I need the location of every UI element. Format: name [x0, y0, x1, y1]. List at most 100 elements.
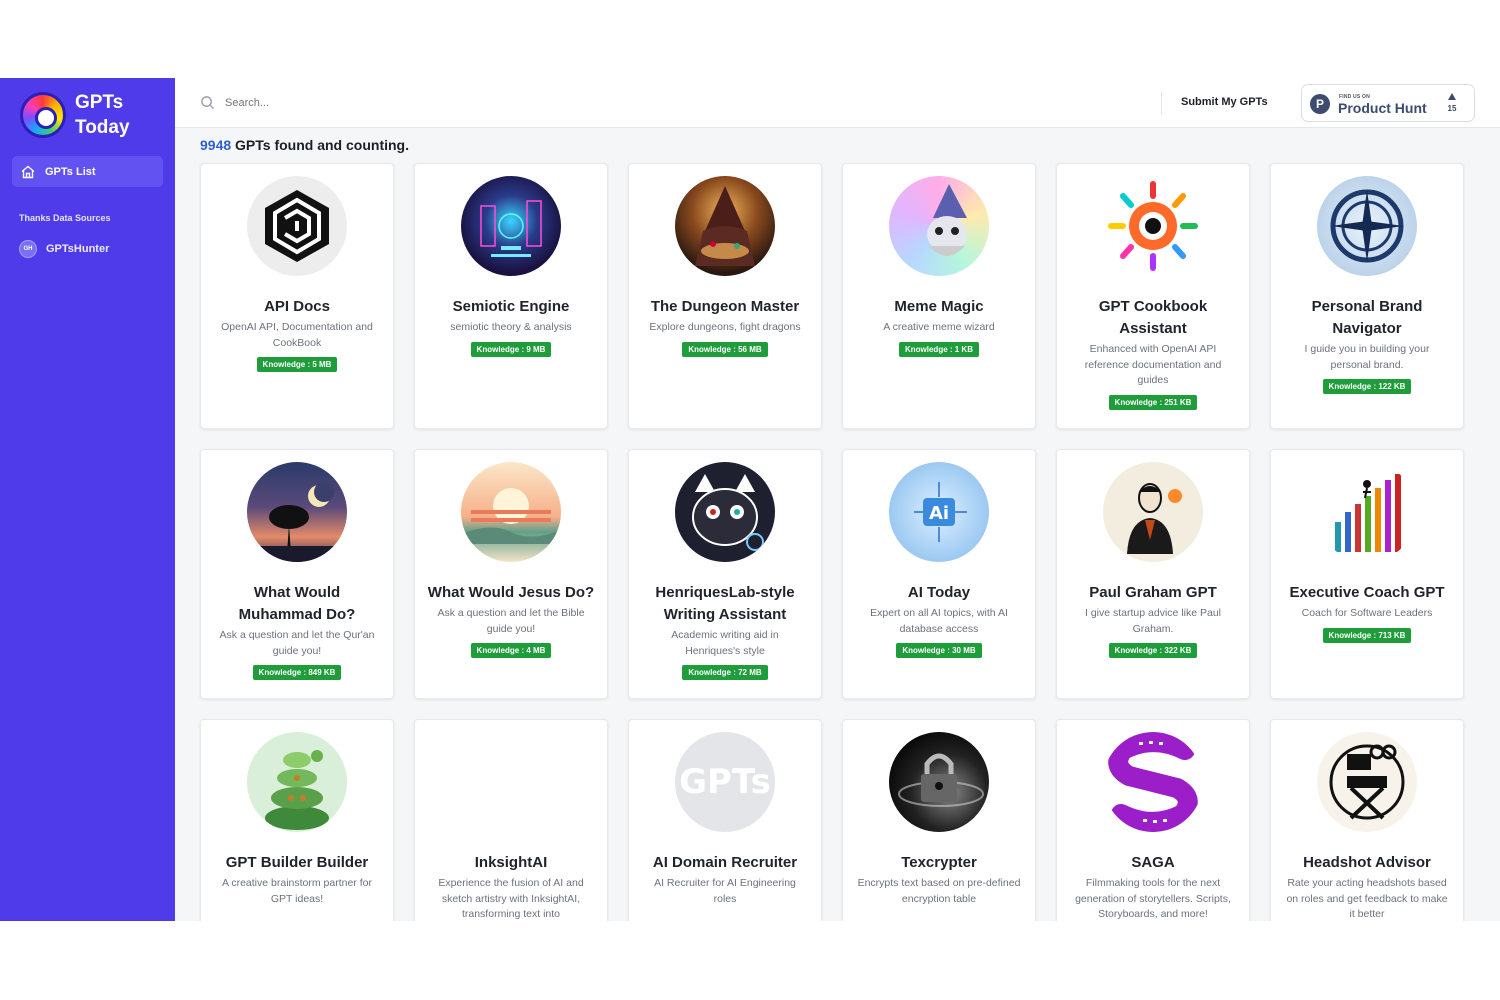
compass-rose-icon [1317, 176, 1417, 276]
gpt-card[interactable]: InksightAI Experience the fusion of AI an… [414, 719, 608, 921]
gpt-card[interactable]: Executive Coach GPT Coach for Software Le… [1270, 449, 1464, 699]
gpt-card[interactable]: Semiotic Engine semiotic theory & analysi… [414, 163, 608, 429]
neon-circuit-city-icon [461, 176, 561, 276]
gpt-card[interactable]: GPTs AI Domain Recruiter AI Recruiter for … [628, 719, 822, 921]
card-description: Enhanced with OpenAI API reference docum… [1084, 343, 1222, 386]
card-title: GPT Cookbook Assistant [1098, 298, 1208, 337]
sources-heading: Thanks Data Sources [19, 213, 111, 223]
upvote-arrow-icon [1448, 93, 1456, 100]
knowledge-badge: Knowledge : 4 MB [470, 643, 552, 658]
gpt-card[interactable]: Texcrypter Encrypts text based on pre-def… [842, 719, 1036, 921]
ai-circuit-icon: Ai [889, 462, 989, 562]
knowledge-badge: Knowledge : 30 MB [896, 643, 982, 658]
card-description: A creative brainstorm partner for GPT id… [222, 877, 372, 905]
card-description: Ask a question and let the Bible guide y… [437, 607, 585, 635]
gpt-card[interactable]: Personal Brand Navigator I guide you in b… [1270, 163, 1464, 429]
results-text: GPTs found and counting. [231, 137, 409, 153]
gpt-card[interactable]: GPT Builder Builder A creative brainstorm… [200, 719, 394, 921]
product-hunt-logo-icon: P [1310, 94, 1330, 114]
submit-my-gpts-button[interactable]: Submit My GPTs [1181, 96, 1268, 108]
wizard-cat-icon [889, 176, 989, 276]
card-title: Paul Graham GPT [1089, 584, 1217, 601]
card-title: GPT Builder Builder [225, 854, 369, 871]
product-hunt-name: Product Hunt [1338, 100, 1427, 116]
home-icon [21, 165, 35, 178]
brand-line-1: GPTs [75, 92, 124, 113]
card-title: HenriquesLab-style Writing Assistant [655, 584, 795, 623]
knowledge-badge: Knowledge : 849 KB [252, 665, 342, 680]
gpt-card[interactable]: API Docs OpenAI API, Documentation and Co… [200, 163, 394, 429]
card-title: Executive Coach GPT [1289, 584, 1445, 601]
gpts-placeholder-icon: GPTs [675, 732, 775, 832]
gpt-card[interactable]: What Would Muhammad Do? Ask a question an… [200, 449, 394, 699]
knowledge-badge: Knowledge : 1 KB [898, 341, 979, 357]
brand[interactable]: GPTs Today [20, 90, 130, 140]
card-description: I guide you in building your personal br… [1304, 343, 1430, 371]
maze-hexagon-icon [247, 176, 347, 276]
placeholder-text: GPTs [679, 762, 771, 802]
brand-line-2: Today [75, 117, 130, 138]
businessman-lightbulb-icon [1103, 462, 1203, 562]
sidebar: GPTs Today GPTs List Thanks Data Sources… [0, 78, 175, 921]
film-strip-s-icon [1103, 732, 1203, 832]
sidebar-item-gptshunter[interactable]: GH GPTsHunter [19, 240, 109, 258]
results-summary: 9948 GPTs found and counting. [200, 137, 409, 153]
card-description: I give startup advice like Paul Graham. [1085, 607, 1221, 635]
gpt-card[interactable]: GPT Cookbook Assistant Enhanced with Open… [1056, 163, 1250, 429]
gpt-card[interactable]: What Would Jesus Do? Ask a question and l… [414, 449, 608, 699]
card-title: What Would Jesus Do? [427, 584, 595, 601]
search-input[interactable] [225, 96, 425, 109]
gpt-card[interactable]: Meme Magic A creative meme wizard Knowledg… [842, 163, 1036, 429]
hooded-wizard-icon [675, 176, 775, 276]
sidebar-item-gpts-list[interactable]: GPTs List [12, 156, 163, 187]
card-description: OpenAI API, Documentation and CookBook [221, 321, 373, 349]
card-title: What Would Muhammad Do? [238, 584, 356, 623]
results-count: 9948 [200, 137, 232, 153]
gpt-card[interactable]: Ai AI Today Expert on all AI topics, with … [842, 449, 1036, 699]
card-title: InksightAI [474, 854, 548, 871]
header-divider [1161, 92, 1162, 114]
topbar: Submit My GPTs P FIND US ON Product Hunt… [175, 78, 1500, 128]
gpts-today-logo-icon [20, 92, 66, 138]
card-title: The Dungeon Master [650, 298, 800, 315]
svg-text:Ai: Ai [929, 503, 949, 524]
knowledge-badge: Knowledge : 72 MB [682, 665, 768, 680]
knowledge-badge: Knowledge : 5 MB [256, 357, 338, 372]
gpt-card[interactable]: HenriquesLab-style Writing Assistant Acad… [628, 449, 822, 699]
sidebar-item-label: GPTs List [45, 165, 96, 178]
search-icon [201, 96, 215, 110]
gpt-card[interactable]: SAGA Filmmaking tools for the next genera… [1056, 719, 1250, 921]
knowledge-badge: Knowledge : 713 KB [1322, 627, 1412, 643]
knowledge-badge: Knowledge : 9 MB [470, 341, 552, 357]
knowledge-badge: Knowledge : 251 KB [1108, 394, 1198, 410]
card-title: API Docs [264, 298, 330, 315]
gpt-card[interactable]: The Dungeon Master Explore dungeons, figh… [628, 163, 822, 429]
avatar-placeholder [461, 732, 561, 832]
gptshunter-badge-icon: GH [19, 240, 37, 258]
knowledge-badge: Knowledge : 56 MB [682, 341, 768, 357]
source-label: GPTsHunter [46, 243, 110, 255]
card-description: Rate your acting headshots based on role… [1286, 877, 1448, 920]
crescent-moon-tree-icon [247, 462, 347, 562]
card-description: Expert on all AI topics, with AI databas… [870, 607, 1008, 635]
product-hunt-badge[interactable]: P FIND US ON Product Hunt 15 [1301, 84, 1475, 122]
card-description: Explore dungeons, fight dragons [649, 321, 801, 333]
director-chair-camera-icon [1317, 732, 1417, 832]
card-title: Meme Magic [894, 298, 984, 315]
app-window: GPTs Today GPTs List Thanks Data Sources… [0, 78, 1500, 921]
card-title: Semiotic Engine [452, 298, 570, 315]
gpt-card[interactable]: Paul Graham GPT I give startup advice lik… [1056, 449, 1250, 699]
card-description: A creative meme wizard [883, 321, 995, 333]
knowledge-badge: Knowledge : 122 KB [1322, 379, 1412, 394]
card-title: SAGA [1131, 854, 1175, 871]
search-box[interactable] [200, 95, 425, 110]
card-title: Personal Brand Navigator [1311, 298, 1423, 337]
card-title: Texcrypter [901, 854, 977, 871]
gpt-card[interactable]: Headshot Advisor Rate your acting headsho… [1270, 719, 1464, 921]
patterned-cat-icon [675, 462, 775, 562]
brand-name: GPTs Today [75, 90, 130, 140]
card-description: Experience the fusion of AI and sketch a… [438, 877, 584, 920]
card-title: AI Domain Recruiter [652, 854, 798, 871]
card-title: Headshot Advisor [1303, 854, 1431, 871]
card-description: semiotic theory & analysis [450, 321, 572, 333]
